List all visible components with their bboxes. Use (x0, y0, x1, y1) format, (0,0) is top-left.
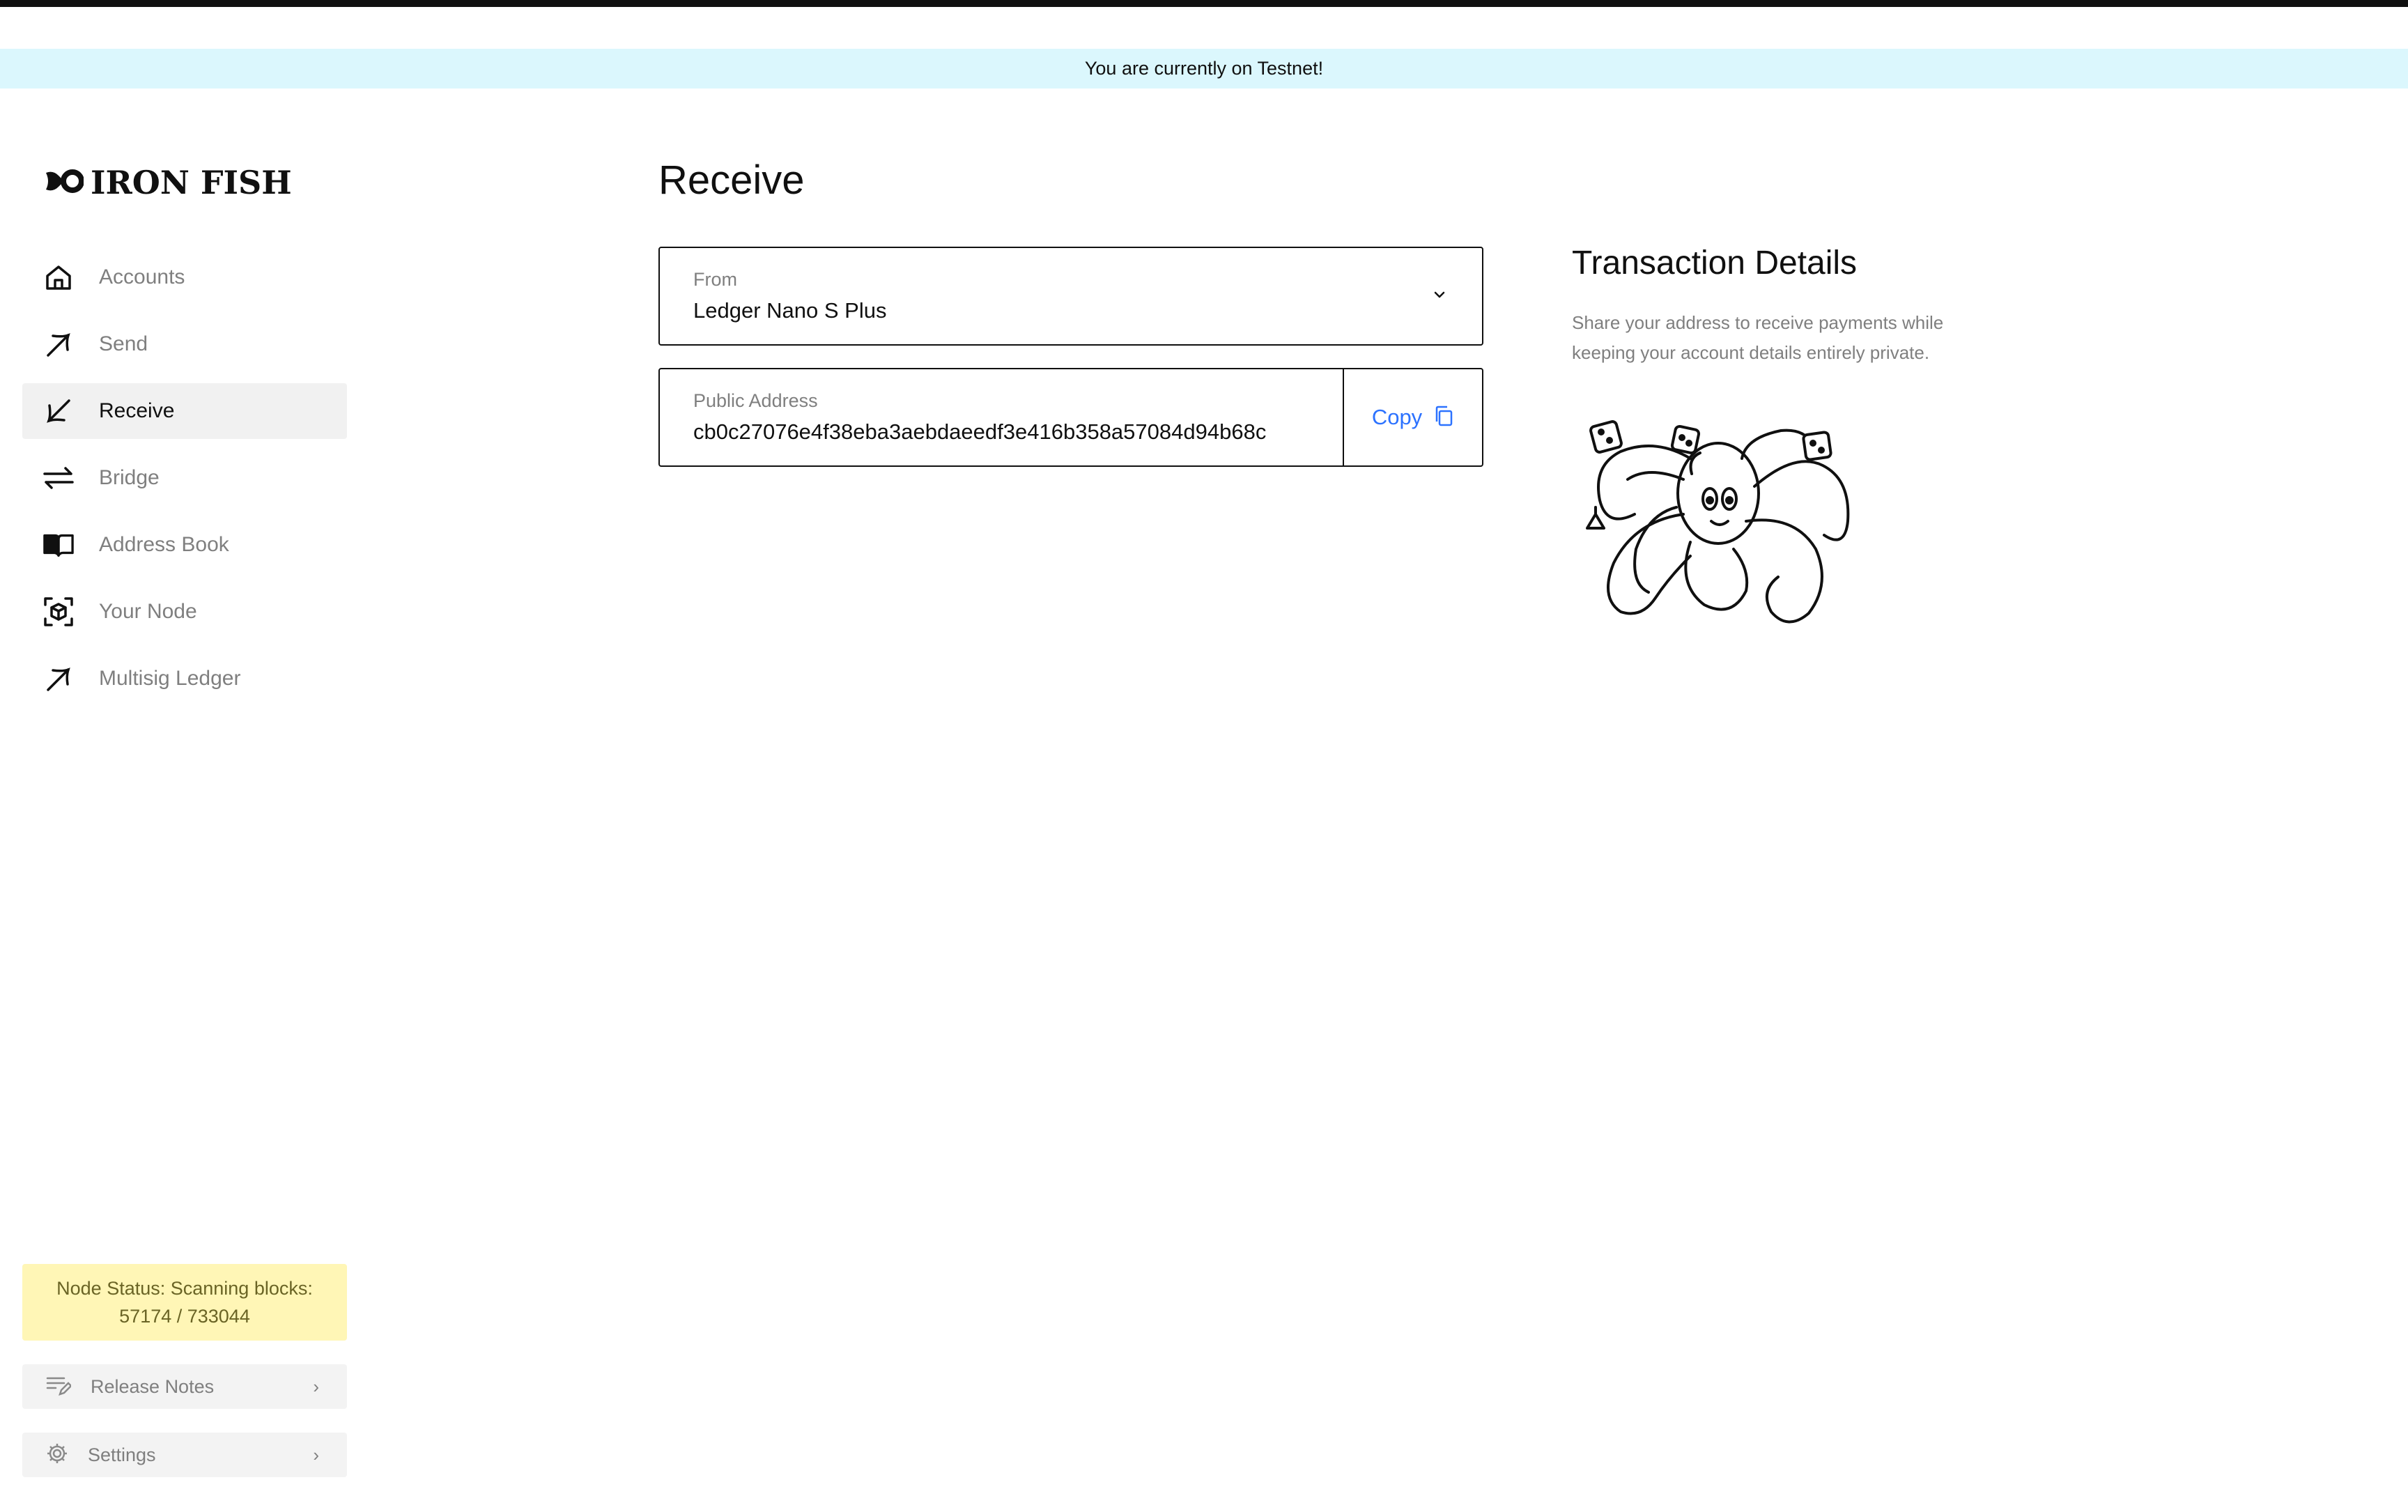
sidebar-item-label: Accounts (99, 265, 185, 288)
testnet-banner: You are currently on Testnet! (0, 49, 2408, 88)
arrow-down-left-icon (43, 396, 74, 426)
from-value: Ledger Nano S Plus (693, 298, 887, 323)
sidebar-item-label: Multisig Ledger (99, 667, 241, 690)
iron-fish-logo-icon (43, 167, 84, 199)
page-title: Receive (658, 157, 805, 203)
chevron-right-icon: › (313, 1375, 319, 1397)
copy-address-button[interactable]: Copy (1343, 369, 1482, 465)
release-notes-button[interactable]: Release Notes › (22, 1364, 347, 1409)
sidebar-item-receive[interactable]: Receive (22, 383, 347, 439)
release-notes-label: Release Notes (91, 1375, 215, 1397)
sidebar-item-your-node[interactable]: Your Node (22, 584, 347, 640)
sidebar-item-multisig-ledger[interactable]: Multisig Ledger (22, 651, 347, 707)
sidebar-item-accounts[interactable]: Accounts (22, 249, 347, 305)
arrow-up-right-icon (43, 663, 74, 694)
chevron-right-icon: › (313, 1444, 319, 1465)
settings-label: Settings (88, 1444, 156, 1465)
sidebar-item-address-book[interactable]: Address Book (22, 517, 347, 573)
node-status-progress: 57174 / 733044 (119, 1306, 250, 1327)
sidebar-item-label: Receive (99, 399, 175, 422)
testnet-banner-text: You are currently on Testnet! (1084, 58, 1324, 79)
transaction-details-title: Transaction Details (1572, 245, 1858, 281)
transaction-details-description: Share your address to receive payments w… (1572, 312, 1944, 363)
arrow-up-right-icon (43, 329, 74, 360)
node-status-text: Node Status: Scanning blocks: (56, 1278, 313, 1299)
bridge-arrows-icon (43, 463, 74, 493)
release-notes-icon (46, 1375, 72, 1399)
iron-fish-logo[interactable]: IRON FISH (43, 162, 292, 203)
sidebar-item-label: Send (99, 332, 148, 355)
home-icon (43, 262, 74, 293)
node-status-badge: Node Status: Scanning blocks: 57174 / 73… (22, 1264, 347, 1341)
public-address-label: Public Address (693, 390, 818, 411)
sidebar-item-label: Address Book (99, 533, 229, 556)
book-icon (43, 530, 74, 560)
public-address-value[interactable]: cb0c27076e4f38eba3aebdaeedf3e416b358a570… (693, 419, 1266, 445)
chevron-down-icon (1432, 287, 1447, 306)
settings-button[interactable]: Settings › (22, 1433, 347, 1477)
node-cube-icon (43, 596, 74, 627)
from-label: From (693, 269, 737, 290)
gear-icon (46, 1442, 68, 1468)
sidebar-nav: Accounts Send Receive Bridge Address Boo… (22, 249, 347, 718)
sidebar-item-label: Bridge (99, 466, 160, 489)
window-top-strip (0, 0, 2408, 7)
sidebar-item-send[interactable]: Send (22, 316, 347, 372)
from-account-select[interactable]: From Ledger Nano S Plus (658, 247, 1483, 346)
sidebar-item-label: Your Node (99, 600, 197, 623)
copy-label: Copy (1371, 405, 1423, 429)
sidebar-item-bridge[interactable]: Bridge (22, 450, 347, 506)
copy-icon (1433, 405, 1454, 431)
octopus-illustration (1572, 410, 1862, 633)
logo-text: IRON FISH (91, 164, 292, 201)
public-address-field: Public Address cb0c27076e4f38eba3aebdaee… (658, 368, 1483, 467)
